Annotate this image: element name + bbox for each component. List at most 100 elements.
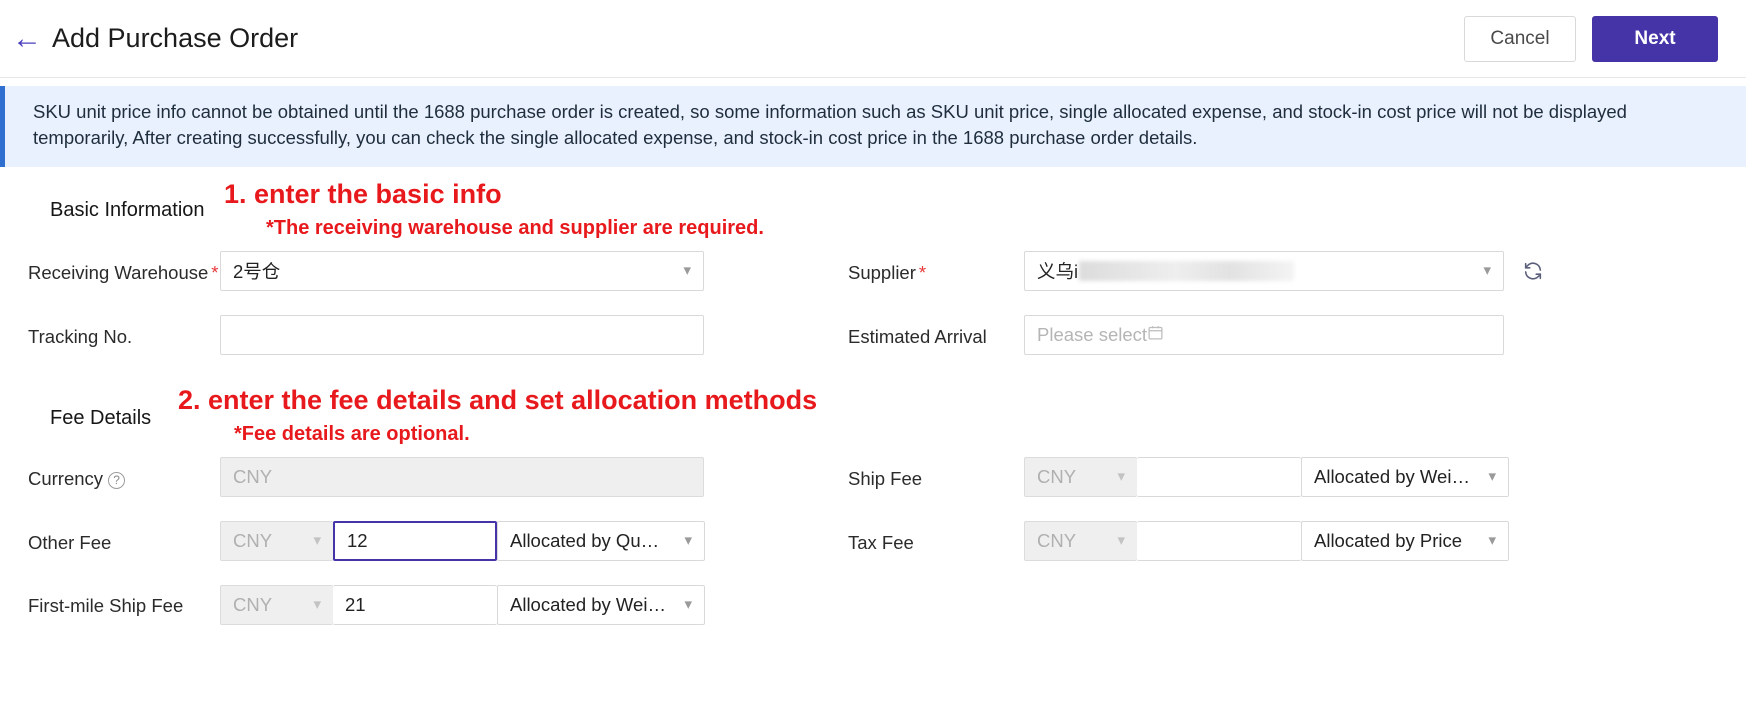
other-fee-allocation-select[interactable]: Allocated by Qu… ▾ <box>497 520 705 561</box>
form-row-currency-shipfee: Currency? CNY Ship Fee CNY ▾ Allocated b… <box>28 456 1718 497</box>
supplier-select[interactable]: 义乌i ▾ <box>1024 250 1504 291</box>
fee-details-header: Fee Details 2. enter the fee details and… <box>28 373 1718 445</box>
tax-fee-label: Tax Fee <box>848 531 914 553</box>
first-mile-currency-value: CNY <box>233 593 273 615</box>
field-tax-fee: Tax Fee CNY ▾ Allocated by Price ▾ <box>848 520 1548 561</box>
ship-fee-label: Ship Fee <box>848 467 923 489</box>
supplier-value-redacted <box>1079 260 1295 281</box>
form-row-tracking-arrival: Tracking No. Estimated Arrival Please se… <box>28 314 1718 355</box>
receiving-warehouse-label: Receiving Warehouse * <box>28 251 220 286</box>
form-row-otherfee-taxfee: Other Fee CNY ▾ 12 Allocated by Qu… ▾ Ta… <box>28 520 1718 561</box>
first-mile-ship-fee-label: First-mile Ship Fee <box>28 594 184 616</box>
other-fee-amount-value: 12 <box>347 529 368 551</box>
receiving-warehouse-value: 2号仓 <box>233 260 281 282</box>
refresh-icon[interactable] <box>1520 251 1546 291</box>
tax-fee-control: CNY ▾ Allocated by Price ▾ <box>1024 520 1509 561</box>
estimated-arrival-control: Please select <box>1024 314 1504 355</box>
receiving-warehouse-control: 2号仓 ▾ <box>220 250 704 291</box>
ship-fee-control: CNY ▾ Allocated by Wei… ▾ <box>1024 456 1509 497</box>
required-asterisk: * <box>918 261 927 283</box>
required-asterisk: * <box>211 261 219 283</box>
question-circle-icon[interactable]: ? <box>108 471 126 489</box>
ship-fee-currency-select: CNY ▾ <box>1024 456 1137 497</box>
annotation-step-2-note: *Fee details are optional. <box>234 422 470 445</box>
receiving-warehouse-label-text: Receiving Warehouse <box>28 261 209 283</box>
chevron-down-icon: ▾ <box>1117 532 1125 550</box>
field-supplier: Supplier * 义乌i ▾ <box>848 250 1548 291</box>
field-other-fee: Other Fee CNY ▾ 12 Allocated by Qu… ▾ <box>28 520 848 561</box>
chevron-down-icon: ▾ <box>684 596 692 614</box>
tax-fee-currency-value: CNY <box>1037 529 1077 551</box>
estimated-arrival-placeholder: Please select <box>1037 323 1148 345</box>
field-ship-fee: Ship Fee CNY ▾ Allocated by Wei… ▾ <box>848 456 1548 497</box>
page-title-group: ← Add Purchase Order <box>12 23 298 54</box>
first-mile-allocation-value: Allocated by Wei… <box>510 593 666 615</box>
info-banner-text: SKU unit price info cannot be obtained u… <box>33 101 1627 149</box>
currency-label: Currency? <box>28 457 220 492</box>
info-banner: SKU unit price info cannot be obtained u… <box>0 86 1746 167</box>
currency-input: CNY <box>220 456 704 497</box>
first-mile-allocation-select[interactable]: Allocated by Wei… ▾ <box>497 584 705 625</box>
ship-fee-allocation-select[interactable]: Allocated by Wei… ▾ <box>1301 456 1509 497</box>
first-mile-ship-fee-control: CNY ▾ 21 Allocated by Wei… ▾ <box>220 584 705 625</box>
chevron-down-icon: ▾ <box>313 532 321 550</box>
supplier-label: Supplier * <box>848 251 1024 286</box>
tracking-no-label: Tracking No. <box>28 325 133 347</box>
chevron-down-icon: ▾ <box>313 596 321 614</box>
form-row-warehouse-supplier: Receiving Warehouse * 2号仓 ▾ Supplier * 义乌i… <box>28 250 1718 291</box>
first-mile-amount-value: 21 <box>345 593 366 615</box>
page-header: ← Add Purchase Order Cancel Next <box>0 0 1746 78</box>
field-first-mile-ship-fee: First-mile Ship Fee CNY ▾ 21 Allocated b… <box>28 584 848 625</box>
other-fee-currency-value: CNY <box>233 529 273 551</box>
section-title-basic-information: Basic Information <box>50 198 205 221</box>
page-title: Add Purchase Order <box>52 23 299 53</box>
chevron-down-icon: ▾ <box>1488 532 1496 550</box>
first-mile-currency-select: CNY ▾ <box>220 584 333 625</box>
form-row-firstmile: First-mile Ship Fee CNY ▾ 21 Allocated b… <box>28 584 1718 625</box>
other-fee-label: Other Fee <box>28 531 112 553</box>
tax-fee-allocation-value: Allocated by Price <box>1314 529 1463 551</box>
chevron-down-icon: ▾ <box>683 262 691 280</box>
estimated-arrival-label: Estimated Arrival <box>848 325 987 347</box>
back-arrow-icon[interactable]: ← <box>12 23 42 54</box>
tax-fee-allocation-select[interactable]: Allocated by Price ▾ <box>1301 520 1509 561</box>
chevron-down-icon: ▾ <box>1488 468 1496 486</box>
supplier-control: 义乌i ▾ <box>1024 250 1546 291</box>
tracking-no-input[interactable] <box>220 314 704 355</box>
ship-fee-allocation-value: Allocated by Wei… <box>1314 465 1470 487</box>
other-fee-amount-input[interactable]: 12 <box>333 520 497 561</box>
header-actions: Cancel Next <box>1464 15 1718 62</box>
currency-value: CNY <box>233 465 273 487</box>
cancel-button[interactable]: Cancel <box>1464 15 1576 62</box>
ship-fee-amount-input[interactable] <box>1137 456 1301 497</box>
field-estimated-arrival: Estimated Arrival Please select <box>848 314 1548 355</box>
tax-fee-currency-select: CNY ▾ <box>1024 520 1137 561</box>
basic-information-header: Basic Information 1. enter the basic inf… <box>28 167 1718 239</box>
first-mile-amount-input[interactable]: 21 <box>333 584 497 625</box>
other-fee-control: CNY ▾ 12 Allocated by Qu… ▾ <box>220 520 705 561</box>
tax-fee-amount-input[interactable] <box>1137 520 1301 561</box>
annotation-step-1-note: *The receiving warehouse and supplier ar… <box>266 216 764 239</box>
ship-fee-currency-value: CNY <box>1037 465 1077 487</box>
chevron-down-icon: ▾ <box>1483 262 1491 280</box>
supplier-value: 义乌i <box>1037 260 1079 282</box>
other-fee-currency-select: CNY ▾ <box>220 520 333 561</box>
other-fee-allocation-value: Allocated by Qu… <box>510 529 660 551</box>
field-currency: Currency? CNY <box>28 456 848 497</box>
estimated-arrival-datepicker[interactable]: Please select <box>1024 314 1504 355</box>
calendar-icon <box>1147 324 1164 346</box>
receiving-warehouse-select[interactable]: 2号仓 ▾ <box>220 250 704 291</box>
tracking-no-control <box>220 314 704 355</box>
section-title-fee-details: Fee Details <box>50 406 152 429</box>
currency-control: CNY <box>220 456 704 497</box>
annotation-step-1-title: 1. enter the basic info <box>224 178 502 209</box>
chevron-down-icon: ▾ <box>1117 468 1125 486</box>
annotation-step-2-title: 2. enter the fee details and set allocat… <box>178 384 818 415</box>
chevron-down-icon: ▾ <box>684 532 692 550</box>
field-receiving-warehouse: Receiving Warehouse * 2号仓 ▾ <box>28 250 848 291</box>
field-tracking-no: Tracking No. <box>28 314 848 355</box>
currency-label-text: Currency <box>28 467 104 489</box>
form-content: Basic Information 1. enter the basic inf… <box>0 167 1746 625</box>
next-button[interactable]: Next <box>1592 15 1718 62</box>
supplier-label-text: Supplier <box>848 261 916 283</box>
